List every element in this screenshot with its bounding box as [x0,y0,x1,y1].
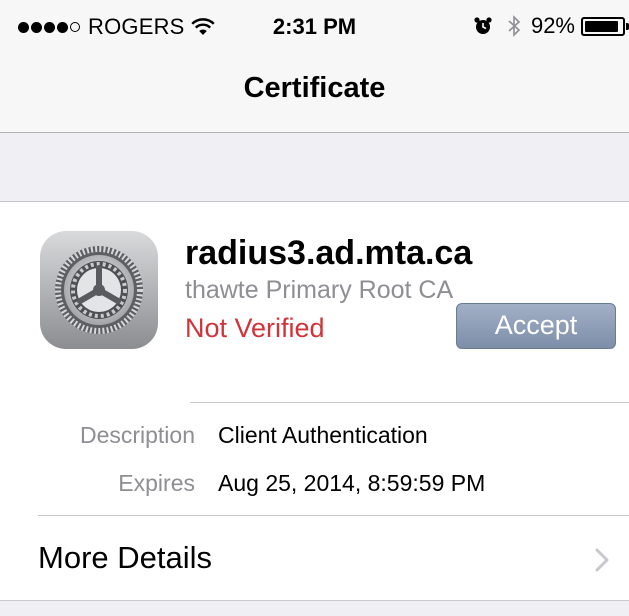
detail-row-description: Description Client Authentication [0,422,629,462]
chevron-right-icon [595,548,609,572]
accept-button[interactable]: Accept [456,303,616,349]
detail-value: Client Authentication [218,422,428,448]
battery-icon [581,16,629,36]
status-bar: ROGERS 2:31 PM 92% [0,0,629,50]
battery-percent: 92% [530,13,575,38]
divider [190,402,629,403]
detail-value: Aug 25, 2014, 8:59:59 PM [218,470,486,496]
more-details-row[interactable]: More Details [0,516,629,600]
detail-label: Expires [118,470,195,496]
detail-row-expires: Expires Aug 25, 2014, 8:59:59 PM [0,470,629,510]
more-details-label: More Details [38,540,212,575]
bluetooth-icon [507,15,521,37]
alarm-icon [473,16,493,36]
settings-gear-icon [40,231,158,349]
certificate-issuer: thawte Primary Root CA [185,276,454,304]
certificate-card: radius3.ad.mta.ca thawte Primary Root CA… [0,202,629,600]
detail-label: Description [79,422,195,448]
bottom-section-spacer [0,600,629,616]
navigation-bar: Certificate [0,50,629,133]
section-spacer [0,133,629,202]
verification-status: Not Verified [185,313,325,343]
status-right: 92% [473,13,629,39]
page-title: Certificate [243,72,386,104]
battery-fill [585,20,619,32]
certificate-name: radius3.ad.mta.ca [185,234,473,272]
